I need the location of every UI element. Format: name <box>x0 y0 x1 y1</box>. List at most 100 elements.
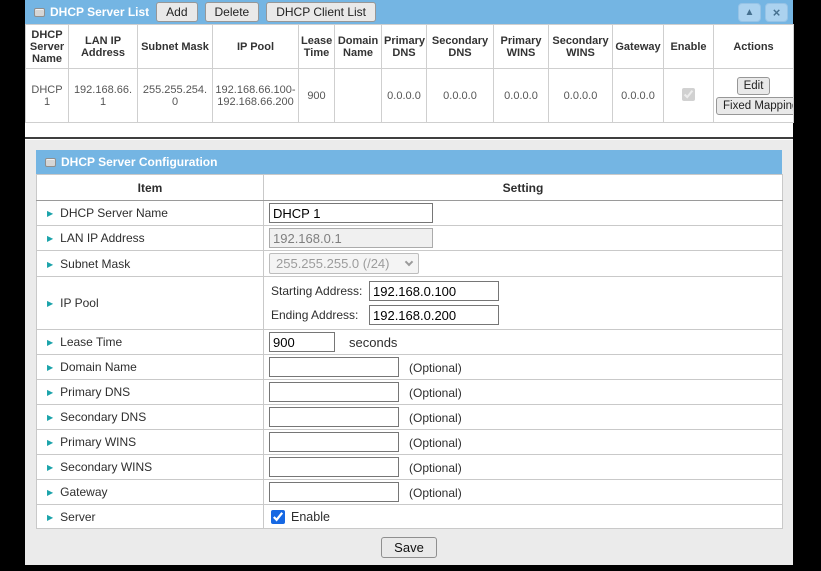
page: DHCP Server List Add Delete DHCP Client … <box>0 0 821 567</box>
config-row-domain-name: ▶Domain Name (Optional) <box>37 355 783 380</box>
item-label-lease-time: ▶Lease Time <box>37 330 264 355</box>
fixed-mapping-button[interactable]: Fixed Mapping <box>716 97 794 115</box>
dhcp-server-name-input[interactable] <box>269 203 433 223</box>
cell-domain-name <box>335 69 382 123</box>
primary-wins-input[interactable] <box>269 432 399 452</box>
setting-dhcp-server-name <box>264 201 783 226</box>
dhcp-server-list-title: DHCP Server List <box>50 5 149 19</box>
item-label-text: Server <box>60 510 95 524</box>
config-row-lan-ip-address: ▶ LAN IP Address <box>37 226 783 251</box>
item-arrow-icon: ▶ <box>47 363 53 372</box>
starting-address-label: Starting Address: <box>269 284 369 298</box>
config-row-secondary-wins: ▶Secondary WINS (Optional) <box>37 455 783 480</box>
item-label-dhcp-server-name: ▶DHCP Server Name <box>37 201 264 226</box>
item-arrow-icon: ▶ <box>47 299 53 308</box>
dhcp-server-configuration-titlebar: DHCP Server Configuration <box>36 150 782 174</box>
optional-note: (Optional) <box>409 461 462 475</box>
delete-button[interactable]: Delete <box>205 2 260 22</box>
item-label-primary-wins: ▶ Primary WINS <box>37 430 264 455</box>
ending-address-input[interactable] <box>369 305 499 325</box>
item-label-domain-name: ▶Domain Name <box>37 355 264 380</box>
item-arrow-icon: ▶ <box>47 463 53 472</box>
cell-ip-pool: 192.168.66.100-192.168.66.200 <box>213 69 299 123</box>
col-header-lease-time: Lease Time <box>299 25 335 69</box>
lease-time-units: seconds <box>349 335 397 350</box>
item-arrow-icon: ▶ <box>47 338 53 347</box>
setting-lan-ip-address <box>264 226 783 251</box>
cell-lease-time: 900 <box>299 69 335 123</box>
chevron-down-icon <box>405 258 413 266</box>
item-arrow-icon: ▶ <box>47 488 53 497</box>
config-row-lease-time: ▶Lease Time seconds <box>37 330 783 355</box>
setting-lease-time: seconds <box>264 330 783 355</box>
optional-note: (Optional) <box>409 361 462 375</box>
item-label-primary-dns: ▶Primary DNS <box>37 380 264 405</box>
config-row-gateway: ▶Gateway (Optional) <box>37 480 783 505</box>
primary-dns-input[interactable] <box>269 382 399 402</box>
item-label-text: Primary WINS <box>60 435 136 449</box>
item-arrow-icon: ▶ <box>47 388 53 397</box>
server-enable-label: Enable <box>291 510 330 524</box>
cell-gateway: 0.0.0.0 <box>613 69 664 123</box>
subnet-mask-selected-value: 255.255.255.0 (/24) <box>276 256 389 271</box>
item-arrow-icon: ▶ <box>47 438 53 447</box>
col-header-secondary-wins: Secondary WINS <box>549 25 613 69</box>
subnet-mask-select: 255.255.255.0 (/24) <box>269 253 419 274</box>
col-header-primary-wins: Primary WINS <box>494 25 549 69</box>
secondary-dns-input[interactable] <box>269 407 399 427</box>
item-arrow-icon: ▶ <box>47 513 53 522</box>
setting-subnet-mask: 255.255.255.0 (/24) <box>264 251 783 277</box>
config-row-server: ▶ Server Enable <box>37 505 783 529</box>
dhcp-client-list-button[interactable]: DHCP Client List <box>266 2 376 22</box>
item-arrow-icon: ▶ <box>47 234 53 243</box>
setting-secondary-dns: (Optional) <box>264 405 783 430</box>
item-label-secondary-dns: ▶Secondary DNS <box>37 405 264 430</box>
collapse-icon[interactable]: ▲ <box>738 3 761 22</box>
cell-subnet-mask: 255.255.254.0 <box>138 69 213 123</box>
item-label-text: IP Pool <box>60 296 98 310</box>
optional-note: (Optional) <box>409 486 462 500</box>
item-label-text: LAN IP Address <box>60 231 145 245</box>
item-label-lan-ip-address: ▶ LAN IP Address <box>37 226 264 251</box>
add-button[interactable]: Add <box>156 2 197 22</box>
optional-note: (Optional) <box>409 386 462 400</box>
lan-ip-address-input <box>269 228 433 248</box>
dhcp-server-configuration-table: Item Setting ▶DHCP Server Name ▶LAN IP A… <box>36 174 783 529</box>
item-label-subnet-mask: ▶Subnet Mask <box>37 251 264 277</box>
item-label-ip-pool: ▶ IP Pool <box>37 277 264 330</box>
col-header-ip-pool: IP Pool <box>213 25 299 69</box>
dhcp-server-list-table: DHCP Server Name LAN IP Address Subnet M… <box>25 24 794 123</box>
domain-name-input[interactable] <box>269 357 399 377</box>
edit-button[interactable]: Edit <box>737 77 771 95</box>
lease-time-input[interactable] <box>269 332 335 352</box>
item-label-secondary-wins: ▶Secondary WINS <box>37 455 264 480</box>
item-arrow-icon: ▶ <box>47 260 53 269</box>
row-enable-checkbox <box>682 88 695 101</box>
gateway-input[interactable] <box>269 482 399 502</box>
dhcp-server-configuration-title: DHCP Server Configuration <box>61 155 217 169</box>
config-row-subnet-mask: ▶Subnet Mask 255.255.255.0 (/24) <box>37 251 783 277</box>
save-button[interactable]: Save <box>381 537 437 558</box>
cell-dhcp-server-name: DHCP 1 <box>26 69 69 123</box>
col-header-secondary-dns: Secondary DNS <box>427 25 494 69</box>
table-row: DHCP 1 192.168.66.1 255.255.254.0 192.16… <box>26 69 794 123</box>
close-icon[interactable]: × <box>765 3 788 22</box>
item-label-text: DHCP Server Name <box>60 206 168 220</box>
panel-icon <box>45 158 56 167</box>
config-row-primary-dns: ▶Primary DNS (Optional) <box>37 380 783 405</box>
starting-address-input[interactable] <box>369 281 499 301</box>
server-enable-wrap: Enable <box>269 510 777 524</box>
ip-pool-starting-row: Starting Address: <box>269 279 777 303</box>
cell-actions: Edit Fixed Mapping <box>714 69 794 123</box>
secondary-wins-input[interactable] <box>269 457 399 477</box>
server-enable-checkbox[interactable] <box>271 510 285 524</box>
setting-gateway: (Optional) <box>264 480 783 505</box>
cell-secondary-dns: 0.0.0.0 <box>427 69 494 123</box>
optional-note: (Optional) <box>409 436 462 450</box>
col-header-actions: Actions <box>714 25 794 69</box>
optional-note: (Optional) <box>409 411 462 425</box>
ending-address-label: Ending Address: <box>269 308 369 322</box>
config-row-secondary-dns: ▶Secondary DNS (Optional) <box>37 405 783 430</box>
item-header: Item <box>37 175 264 201</box>
setting-ip-pool: Starting Address: Ending Address: <box>264 277 783 330</box>
